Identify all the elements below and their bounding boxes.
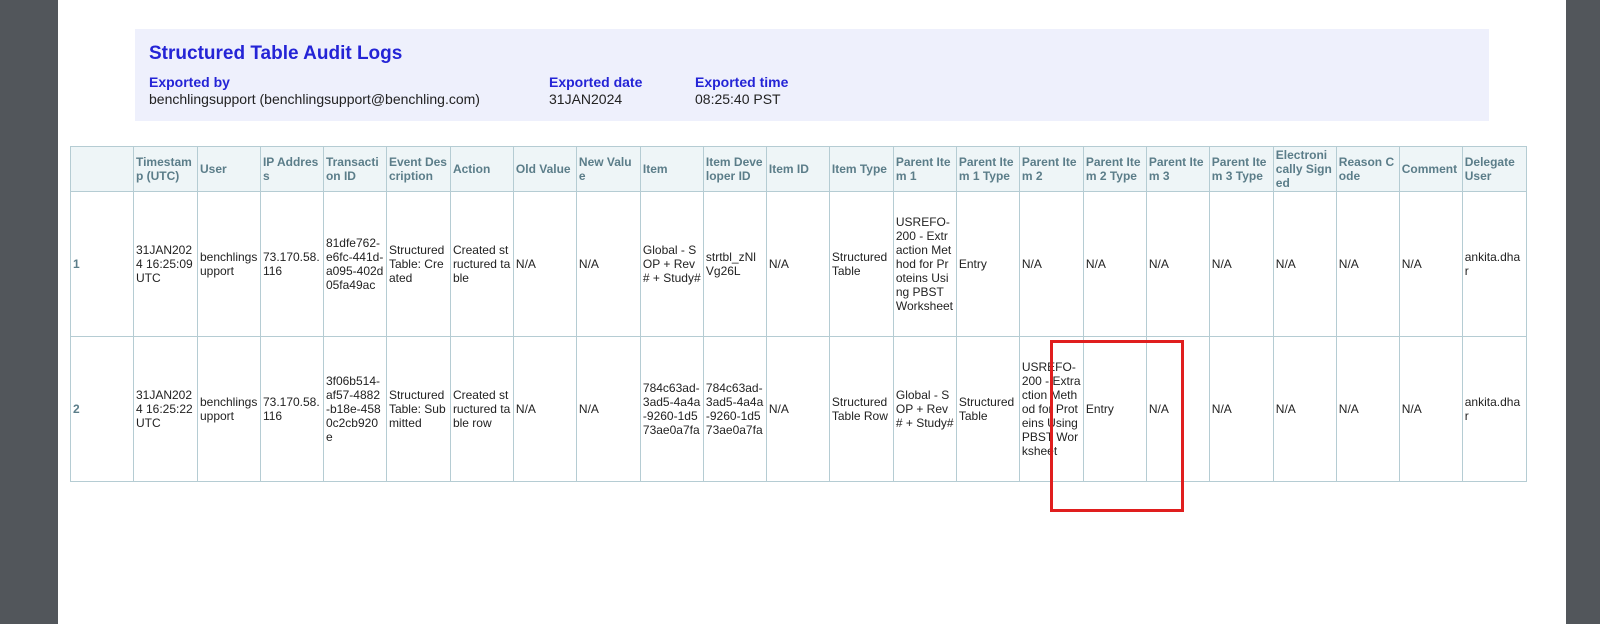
table-cell: Global - SOP + Rev# + Study# <box>892 336 957 482</box>
table-cell: ankita.dhar <box>1461 336 1528 482</box>
audit-log-table: Timestamp (UTC) User IP Address Transaction… <box>70 146 1528 482</box>
export-header: Structured Table Audit Logs Exported by … <box>135 29 1489 121</box>
table-cell: 81dfe762-e6fc-441d-a095-402d05fa49ac <box>322 191 387 337</box>
column-header: Action <box>449 146 514 192</box>
column-header: Parent Item 2 Type <box>1082 146 1147 192</box>
row-number: 2 <box>70 336 134 482</box>
exported-date: Exported date 31JAN2024 <box>549 74 642 108</box>
table-cell: Created structured table <box>449 191 514 337</box>
table-row: 1 31JAN2024 16:25:09 UTC benchlingsupport 7… <box>70 191 1528 337</box>
column-header: Parent Item 3 <box>1145 146 1210 192</box>
row-number: 1 <box>70 191 134 337</box>
table-cell: Structured Table Row <box>828 336 894 482</box>
table-cell: N/A <box>1335 336 1400 482</box>
column-header: Parent Item 1 <box>892 146 957 192</box>
table-cell: Structured Table: Submitted <box>385 336 451 482</box>
table-cell: N/A <box>512 336 577 482</box>
table-cell: Entry <box>955 191 1020 337</box>
column-header: Item <box>639 146 704 192</box>
exported-date-value: 31JAN2024 <box>549 91 623 107</box>
column-header: Parent Item 1 Type <box>955 146 1020 192</box>
table-cell: 31JAN2024 16:25:22 UTC <box>132 336 198 482</box>
table-cell: Created structured table row <box>449 336 514 482</box>
table-cell: Entry <box>1082 336 1147 482</box>
table-cell: 31JAN2024 16:25:09 UTC <box>132 191 198 337</box>
table-cell: 73.170.58.116 <box>259 336 324 482</box>
column-header-index <box>70 146 134 192</box>
column-header: Comment <box>1398 146 1463 192</box>
table-cell: Global - SOP + Rev# + Study# <box>639 191 704 337</box>
column-header: Timestamp (UTC) <box>132 146 198 192</box>
column-header: Old Value <box>512 146 577 192</box>
table-cell: N/A <box>1398 336 1463 482</box>
column-header: Item Developer ID <box>702 146 767 192</box>
table-cell: N/A <box>765 191 830 337</box>
table-cell: N/A <box>512 191 577 337</box>
table-cell: N/A <box>1208 191 1274 337</box>
column-header: Electronically Signed <box>1272 146 1337 192</box>
table-cell: 3f06b514-af57-4882-b18e-4580c2cb920e <box>322 336 387 482</box>
table-cell: N/A <box>1272 191 1337 337</box>
column-header: Event Description <box>385 146 451 192</box>
table-cell: 784c63ad-3ad5-4a4a-9260-1d573ae0a7fa <box>639 336 704 482</box>
table-cell: Structured Table <box>828 191 894 337</box>
table-cell: 784c63ad-3ad5-4a4a-9260-1d573ae0a7fa <box>702 336 767 482</box>
table-cell: N/A <box>575 191 641 337</box>
exported-time-label: Exported time <box>695 74 789 90</box>
table-cell: strtbl_zNlVg26L <box>702 191 767 337</box>
exported-time: Exported time 08:25:40 PST <box>695 74 788 108</box>
exported-by: Exported by benchlingsupport (benchlings… <box>149 74 480 108</box>
column-header: Item ID <box>765 146 830 192</box>
table-cell: benchlingsupport <box>196 191 261 337</box>
column-header: Delegate User <box>1461 146 1528 192</box>
table-cell: USREFO-200 - Extraction Method for Prote… <box>1018 336 1084 482</box>
column-header: Transaction ID <box>322 146 387 192</box>
table-cell: benchlingsupport <box>196 336 261 482</box>
exported-date-label: Exported date <box>549 74 643 90</box>
table-header-row: Timestamp (UTC) User IP Address Transaction… <box>70 146 1528 192</box>
column-header: IP Address <box>259 146 324 192</box>
table-row: 2 31JAN2024 16:25:22 UTC benchlingsupport 7… <box>70 336 1528 482</box>
exported-by-value: benchlingsupport (benchlingsupport@bench… <box>149 91 480 107</box>
table-cell: Structured Table: Created <box>385 191 451 337</box>
column-header: Item Type <box>828 146 894 192</box>
page-title: Structured Table Audit Logs <box>149 43 403 64</box>
exported-time-value: 08:25:40 PST <box>695 91 781 107</box>
table-cell: N/A <box>1398 191 1463 337</box>
table-cell: N/A <box>1082 191 1147 337</box>
table-cell: N/A <box>765 336 830 482</box>
column-header: Parent Item 3 Type <box>1208 146 1274 192</box>
table-cell: N/A <box>1145 191 1210 337</box>
table-cell: 73.170.58.116 <box>259 191 324 337</box>
column-header: Parent Item 2 <box>1018 146 1084 192</box>
table-cell: ankita.dhar <box>1461 191 1528 337</box>
column-header: User <box>196 146 261 192</box>
table-cell: N/A <box>1272 336 1337 482</box>
exported-by-label: Exported by <box>149 74 230 90</box>
column-header: Reason Code <box>1335 146 1400 192</box>
table-cell: Structured Table <box>955 336 1020 482</box>
document-page: Structured Table Audit Logs Exported by … <box>58 0 1566 624</box>
table-cell: N/A <box>575 336 641 482</box>
column-header: New Value <box>575 146 641 192</box>
table-cell: USREFO-200 - Extraction Method for Prote… <box>892 191 957 337</box>
table-cell: N/A <box>1335 191 1400 337</box>
table-cell: N/A <box>1145 336 1210 482</box>
table-cell: N/A <box>1208 336 1274 482</box>
table-cell: N/A <box>1018 191 1084 337</box>
